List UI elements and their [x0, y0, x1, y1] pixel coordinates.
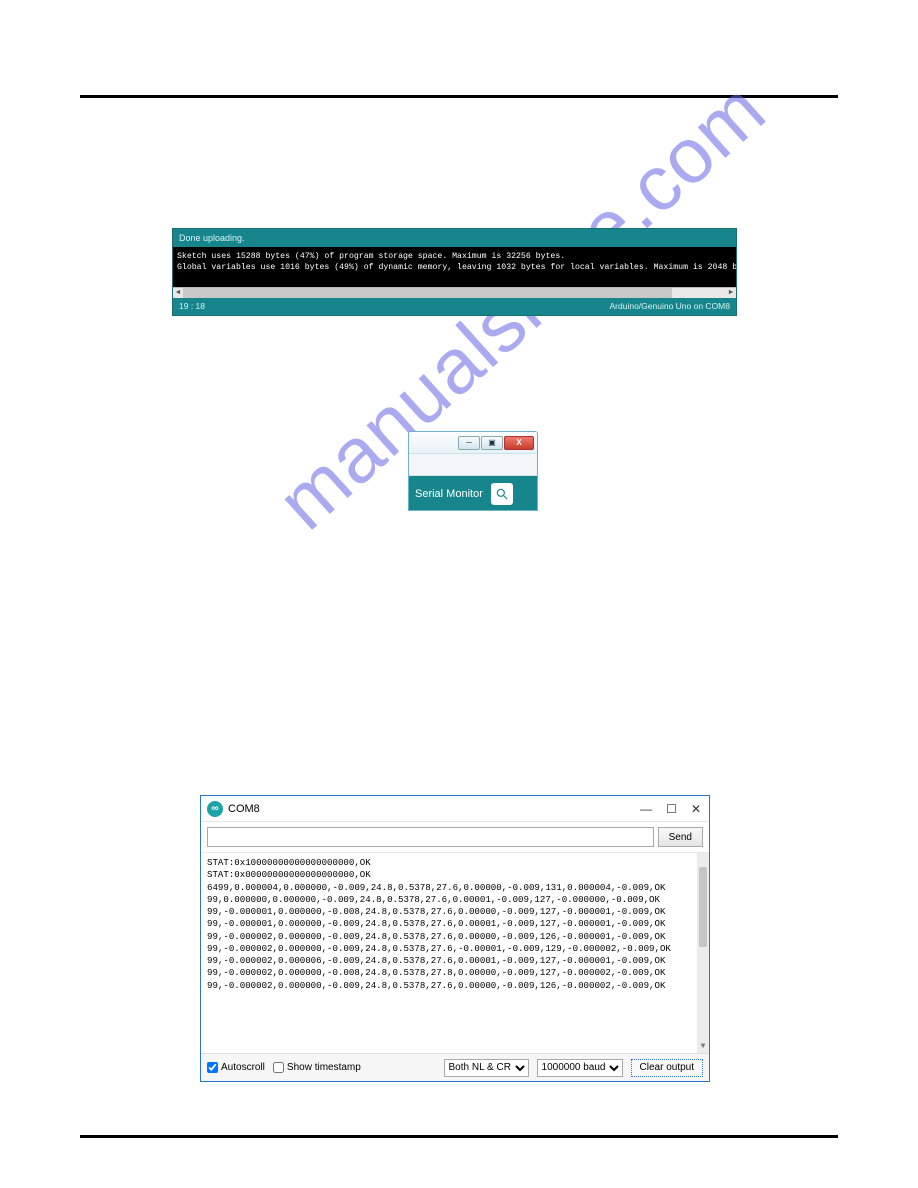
compiler-output: Sketch uses 15288 bytes (47%) of program… — [173, 247, 736, 287]
window-body-strip — [409, 454, 537, 476]
scroll-down-icon[interactable]: ▼ — [697, 1041, 709, 1053]
output-line: 99,-0.000002,0.000000,-0.008,24.8,0.5378… — [207, 967, 665, 978]
send-button[interactable]: Send — [658, 827, 703, 847]
output-line: 99,0.000000,0.000000,-0.009,24.8,0.5378,… — [207, 894, 660, 905]
autoscroll-input[interactable] — [207, 1062, 218, 1073]
output-line: 99,-0.000001,0.000000,-0.009,24.8,0.5378… — [207, 918, 665, 929]
timestamp-input[interactable] — [273, 1062, 284, 1073]
output-line: 99,-0.000001,0.000000,-0.008,24.8,0.5378… — [207, 906, 665, 917]
serial-output-area: STAT:0x10000000000000000000,OK STAT:0x00… — [201, 853, 709, 1053]
autoscroll-checkbox[interactable]: Autoscroll — [207, 1062, 265, 1073]
timestamp-label: Show timestamp — [287, 1062, 361, 1073]
timestamp-checkbox[interactable]: Show timestamp — [273, 1062, 361, 1073]
serial-monitor-window: ∞ COM8 — ☐ ✕ Send STAT:0x100000000000000… — [200, 795, 710, 1082]
minimize-button[interactable]: ─ — [458, 436, 480, 450]
compiler-line-2: Global variables use 1016 bytes (49%) of… — [177, 263, 736, 272]
autoscroll-label: Autoscroll — [221, 1062, 265, 1073]
output-line: 99,-0.000002,0.000000,-0.009,24.8,0.5378… — [207, 931, 665, 942]
maximize-button[interactable]: ▣ — [481, 436, 503, 450]
page-top-rule — [80, 95, 838, 98]
close-button[interactable]: X — [504, 436, 534, 450]
output-line: 99,-0.000002,0.000000,-0.009,24.8,0.5378… — [207, 943, 671, 954]
serial-input-row: Send — [201, 822, 709, 853]
window-title: COM8 — [228, 803, 260, 815]
clear-output-button[interactable]: Clear output — [631, 1059, 703, 1077]
maximize-button[interactable]: ☐ — [666, 802, 677, 816]
output-line: STAT:0x10000000000000000000,OK — [207, 857, 371, 868]
output-line: 6499,0.000004,0.000000,-0.009,24.8,0.537… — [207, 882, 665, 893]
horizontal-scrollbar[interactable]: ◄ ► — [173, 287, 736, 297]
upload-status-bar: Done uploading. — [173, 229, 736, 247]
scroll-thumb[interactable] — [699, 867, 707, 947]
window-titlebar: ─ ▣ X — [409, 432, 537, 454]
line-ending-select[interactable]: Both NL & CR — [444, 1059, 529, 1077]
scroll-track[interactable] — [183, 288, 726, 298]
compiler-line-1: Sketch uses 15288 bytes (47%) of program… — [177, 252, 565, 261]
output-line: 99,-0.000002,0.000000,-0.009,24.8,0.5378… — [207, 980, 665, 991]
arduino-logo-icon: ∞ — [207, 801, 223, 817]
serial-monitor-label: Serial Monitor — [415, 488, 483, 500]
serial-monitor-button[interactable]: Serial Monitor — [409, 476, 537, 511]
board-port-label: Arduino/Genuino Uno on COM8 — [610, 301, 731, 311]
serial-footer: Autoscroll Show timestamp Both NL & CR 1… — [201, 1053, 709, 1081]
output-line: 99,-0.000002,0.000006,-0.009,24.8,0.5378… — [207, 955, 665, 966]
minimize-button[interactable]: — — [640, 802, 652, 816]
scroll-left-icon[interactable]: ◄ — [173, 288, 183, 298]
magnifier-icon — [491, 483, 513, 505]
page-bottom-rule — [80, 1135, 838, 1138]
serial-input[interactable] — [207, 827, 654, 847]
com8-titlebar: ∞ COM8 — ☐ ✕ — [201, 796, 709, 822]
maximize-icon: ▣ — [488, 438, 496, 447]
scroll-right-icon[interactable]: ► — [726, 288, 736, 298]
baud-select[interactable]: 1000000 baud — [537, 1059, 623, 1077]
scroll-thumb[interactable] — [183, 288, 672, 298]
serial-monitor-corner: ─ ▣ X Serial Monitor — [408, 431, 538, 511]
minimize-icon: ─ — [466, 438, 472, 447]
vertical-scrollbar[interactable]: ▲ ▼ — [697, 853, 709, 1053]
close-icon: X — [516, 438, 521, 447]
output-line: STAT:0x00000000000000000000,OK — [207, 869, 371, 880]
close-button[interactable]: ✕ — [691, 802, 701, 816]
cursor-position: 19 : 18 — [179, 301, 205, 311]
arduino-footer-bar: 19 : 18 Arduino/Genuino Uno on COM8 — [173, 297, 736, 315]
arduino-console-panel: Done uploading. Sketch uses 15288 bytes … — [172, 228, 737, 316]
